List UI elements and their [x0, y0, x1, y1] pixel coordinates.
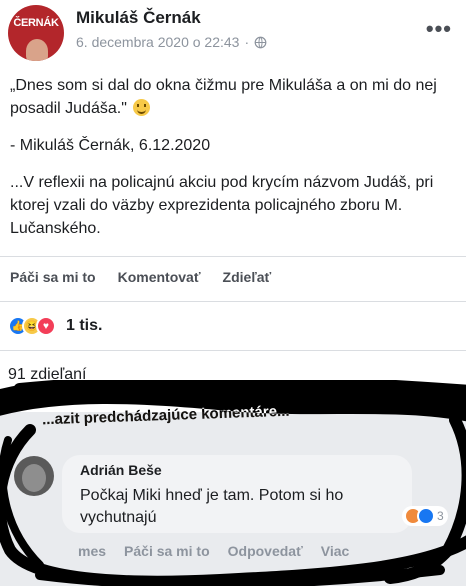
- post-attribution: - Mikuláš Černák, 6.12.2020: [10, 137, 211, 154]
- post-timestamp[interactable]: 6. decembra 2020 o 22:43: [76, 34, 239, 50]
- share-button[interactable]: Zdieľať: [223, 269, 272, 285]
- author-avatar[interactable]: ČERNÁK: [8, 5, 64, 61]
- comment-timestamp[interactable]: mes: [78, 543, 106, 559]
- meta-separator: ·: [244, 34, 250, 50]
- divider-top: [0, 256, 466, 257]
- post-card: ČERNÁK Mikuláš Černák 6. decembra 2020 o…: [0, 0, 466, 412]
- avatar-face: [26, 39, 48, 61]
- comment-reply-button[interactable]: Odpovedať: [228, 543, 303, 559]
- post-author-name[interactable]: Mikuláš Černák: [76, 8, 201, 28]
- more-options-icon[interactable]: •••: [426, 16, 452, 42]
- reactions-summary[interactable]: 👍 😆 ♥ 1 tis.: [8, 316, 102, 336]
- comment-button[interactable]: Komentovať: [118, 269, 201, 285]
- comment-avatar[interactable]: [14, 456, 54, 496]
- like-icon: [417, 507, 435, 525]
- comment-actions: mes Páči sa mi to Odpovedať Viac: [78, 543, 349, 559]
- post-actions: Páči sa mi to Komentovať Zdieľať: [10, 269, 271, 285]
- comment-like-button[interactable]: Páči sa mi to: [124, 543, 210, 559]
- smile-emoji-icon: [133, 99, 151, 116]
- post-quote-line: „Dnes som si dal do okna čižmu pre Mikul…: [10, 74, 456, 120]
- post-text: „Dnes som si dal do okna čižmu pre Mikul…: [10, 74, 456, 254]
- divider-mid: [0, 301, 466, 302]
- comment-more-button[interactable]: Viac: [321, 543, 350, 559]
- post-meta: 6. decembra 2020 o 22:43 ·: [76, 34, 267, 50]
- globe-icon: [254, 36, 267, 48]
- reactions-count: 1 tis.: [66, 317, 103, 334]
- post-body: ...V reflexii na policajnú akciu pod kry…: [10, 174, 434, 237]
- post-quote: „Dnes som si dal do okna čižmu pre Mikul…: [10, 77, 437, 117]
- comment-author[interactable]: Adrián Beše: [80, 462, 162, 478]
- like-button[interactable]: Páči sa mi to: [10, 269, 96, 285]
- comment-reaction-count: 3: [437, 509, 444, 523]
- comment-reactions[interactable]: 3: [402, 506, 448, 526]
- love-icon: ♥: [36, 316, 56, 336]
- comment-text: Počkaj Miki hneď je tam. Potom si ho vyc…: [80, 487, 344, 526]
- divider-bottom: [0, 350, 466, 351]
- avatar-logo-text: ČERNÁK: [13, 17, 59, 29]
